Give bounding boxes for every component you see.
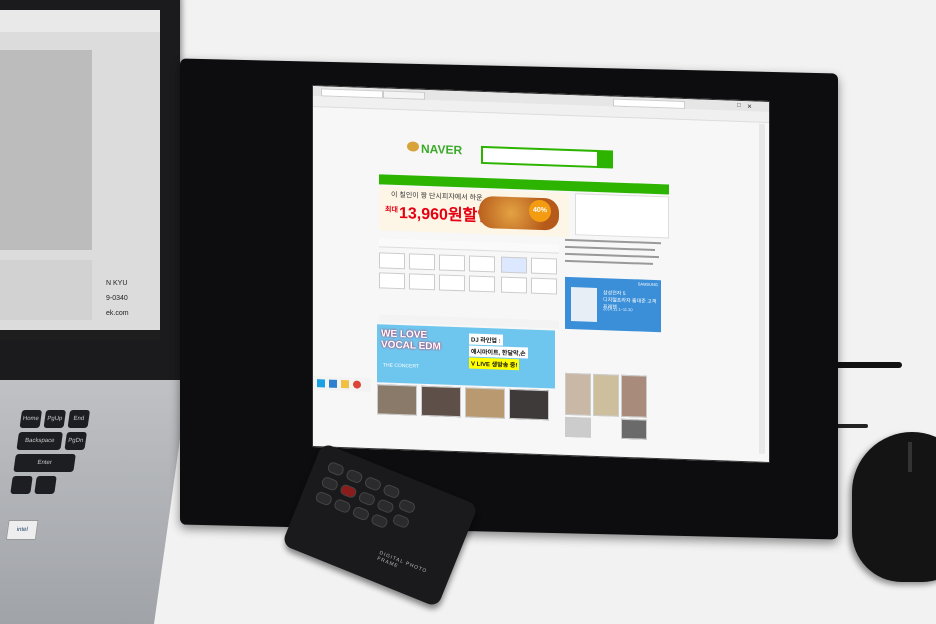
keyboard-key[interactable]: Enter: [13, 454, 76, 472]
keyboard-key[interactable]: PgUp: [43, 410, 67, 428]
press-logo[interactable]: [439, 254, 465, 272]
keyboard-key[interactable]: Home: [19, 410, 43, 428]
laptop-text-line-2: 9-0340: [106, 295, 128, 302]
laptop-photo-panel-lower: [0, 260, 92, 320]
press-logo[interactable]: [409, 253, 435, 271]
press-logo[interactable]: [501, 256, 527, 274]
photo-scene: N KYU 9-0340 ek.com Home PgUp End Backsp…: [0, 0, 936, 624]
samsung-ad[interactable]: SAMSUNG 삼성전자 5 디지털프라자 출대준 고객 프레젠 2014.11…: [565, 276, 661, 333]
shopping-thumbnail[interactable]: [565, 372, 591, 416]
remote-button[interactable]: [391, 512, 411, 530]
remote-button[interactable]: [344, 468, 364, 485]
ad-price-prefix: 최대: [385, 206, 398, 215]
press-logo[interactable]: [409, 273, 435, 291]
samsung-dates: 2014.11.1~11.30: [603, 306, 633, 313]
press-logo[interactable]: [469, 275, 495, 293]
dj-lineup-names: 애시마이트, 한달막,손: [469, 345, 528, 359]
folder-icon[interactable]: [341, 380, 349, 389]
remote-button[interactable]: [314, 490, 334, 507]
vertical-scrollbar[interactable]: [759, 123, 765, 454]
vlive-live-label: V LIVE 생방송 중!: [469, 357, 520, 371]
laptop-toolbar: [0, 10, 160, 32]
news-thumbnail[interactable]: [509, 388, 549, 421]
keyboard-key[interactable]: [34, 476, 57, 494]
naver-logo[interactable]: NAVER: [421, 142, 462, 157]
press-logo-grid[interactable]: [379, 250, 559, 316]
keyboard-key[interactable]: Backspace: [16, 432, 63, 450]
keyboard-key[interactable]: [10, 476, 33, 494]
discount-badge: 40%: [529, 199, 551, 223]
close-window-icon[interactable]: ✕: [747, 103, 752, 110]
pizza-ad-banner[interactable]: 이 칠인이 짱 단시피자에서 하운 최대 13,960원할인! 40%: [379, 186, 569, 237]
remote-button[interactable]: [369, 512, 389, 530]
laptop-keyboard-deck: Home PgUp End Backspace PgDn Enter intel: [0, 380, 189, 624]
remote-button[interactable]: [332, 497, 352, 515]
press-logo[interactable]: [469, 255, 495, 273]
laptop-text-line-1: N KYU: [106, 280, 128, 287]
search-input[interactable]: [481, 145, 599, 169]
press-logo[interactable]: [501, 276, 527, 294]
press-logo[interactable]: [379, 252, 405, 270]
windows-start-icon[interactable]: [317, 379, 325, 388]
remote-button[interactable]: [375, 498, 395, 515]
keyboard-key[interactable]: End: [67, 410, 91, 428]
edm-subtitle: THE CONCERT: [383, 362, 420, 370]
laptop-taskbar: [0, 330, 160, 340]
taskbar-icons[interactable]: [313, 376, 371, 393]
shopping-thumbnail[interactable]: [565, 416, 591, 438]
remote-button[interactable]: [357, 490, 377, 507]
product-image: [571, 287, 597, 322]
remote-button[interactable]: [363, 475, 383, 492]
search-button[interactable]: [597, 149, 613, 169]
ie-icon[interactable]: [329, 379, 337, 388]
mouse-wheel: [908, 442, 912, 472]
press-logo[interactable]: [531, 257, 557, 275]
press-logo[interactable]: [439, 274, 465, 292]
edm-title: WE LOVE VOCAL EDM: [381, 328, 441, 353]
remote-label: DIGITAL PHOTO FRAME: [376, 550, 428, 575]
news-thumbnail[interactable]: [465, 387, 505, 419]
shopping-thumbnail[interactable]: [593, 373, 619, 417]
remote-button[interactable]: [397, 498, 417, 515]
maximize-window-icon[interactable]: □: [737, 103, 741, 109]
chrome-icon[interactable]: [353, 380, 361, 389]
laptop-text-line-3: ek.com: [106, 310, 129, 317]
remote-button[interactable]: [320, 475, 340, 492]
remote-button[interactable]: [381, 483, 401, 500]
computer-mouse: [852, 432, 936, 582]
intel-sticker: intel: [5, 520, 39, 540]
edm-concert-banner[interactable]: WE LOVE VOCAL EDM THE CONCERT DJ 라인업 : 애…: [377, 324, 555, 389]
dj-lineup-label: DJ 라인업 :: [469, 333, 503, 346]
remote-power-button[interactable]: [338, 483, 358, 500]
logo-character-icon: [407, 141, 419, 152]
login-panel[interactable]: [575, 193, 669, 239]
laptop-photo-panel: [0, 50, 92, 250]
shopping-thumbnail[interactable]: [621, 374, 647, 418]
laptop-screen: N KYU 9-0340 ek.com: [0, 10, 160, 340]
remote-button[interactable]: [351, 505, 371, 522]
samsung-brand: SAMSUNG: [637, 281, 658, 288]
news-thumbnail[interactable]: [421, 385, 461, 418]
keyboard-key[interactable]: PgDn: [64, 432, 87, 450]
press-logo[interactable]: [531, 277, 557, 295]
photo-frame-display: ✕ □ NAVER 이 칠인이 짱 단시피자에서 하운 최대 13,960원할인…: [312, 85, 770, 463]
remote-button[interactable]: [326, 460, 346, 477]
realtime-news-list[interactable]: [565, 237, 663, 276]
shopping-thumbnail[interactable]: [621, 418, 647, 440]
press-logo[interactable]: [379, 272, 405, 290]
news-thumbnail[interactable]: [377, 384, 417, 416]
